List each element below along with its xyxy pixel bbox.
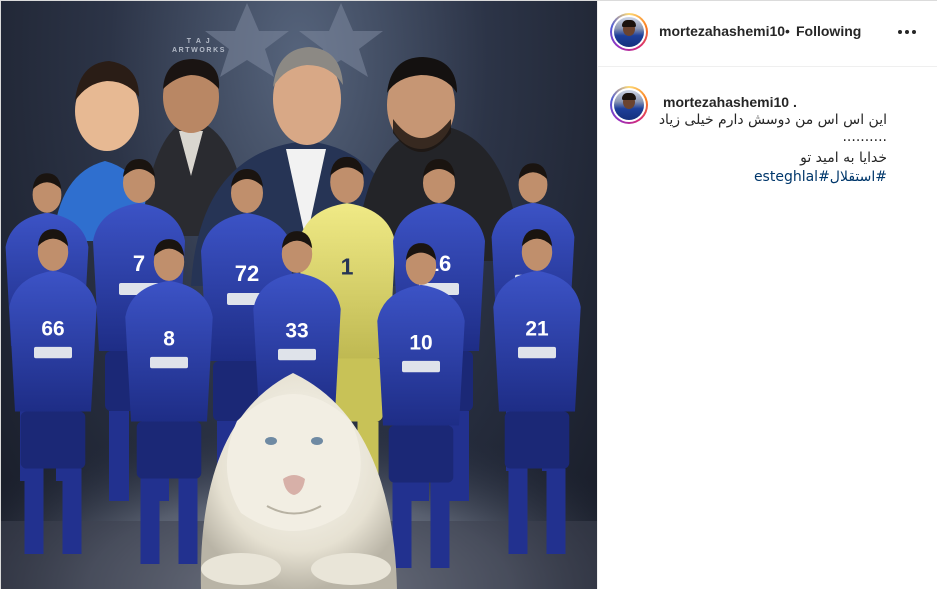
following-button[interactable]: Following [796, 23, 861, 39]
jersey-number: 1 [341, 254, 354, 280]
post-side-panel: mortezahashemi10 • Following mortezahash… [597, 1, 937, 589]
author-username-link[interactable]: mortezahashemi10 [659, 23, 785, 39]
jersey-number: 10 [409, 332, 432, 355]
jersey-number: 8 [163, 328, 175, 351]
post-header: mortezahashemi10 • Following [598, 1, 937, 67]
separator-dot: • [785, 23, 790, 39]
jersey-number: 33 [285, 320, 308, 343]
more-horizontal-icon[interactable] [894, 21, 920, 43]
post-image-artwork: 7 72 1 1666 8 331021 [1, 3, 597, 589]
caption-dots: .......... [842, 129, 887, 145]
caption-line: خدایا به امید تو [800, 150, 887, 166]
hashtag-links[interactable]: #استقلال#esteghlal [598, 168, 887, 187]
caption-username-text[interactable]: mortezahashemi10 [663, 94, 789, 110]
jersey-number: 7 [133, 251, 145, 276]
jersey-number: 66 [41, 318, 64, 341]
post-frame: 7 72 1 16 66 8 33 10 21 T A J ARTWORKS mortezaha… [0, 0, 937, 589]
jersey-number: 21 [525, 318, 549, 341]
caption-username[interactable]: mortezahashemi10 . [663, 94, 797, 110]
artist-watermark: T A J ARTWORKS [171, 38, 227, 54]
caption-text: این اس اس من دوسش دارم خیلی زیاد .......… [598, 111, 887, 187]
author-avatar[interactable] [610, 13, 648, 51]
caption-line: این اس اس من دوسش دارم خیلی زیاد [658, 112, 887, 128]
avatar-icon [614, 17, 644, 47]
jersey-number: 72 [235, 261, 259, 286]
caption-username-suffix: . [792, 94, 797, 110]
post-image[interactable]: 7 72 1 16 66 8 33 10 21 T A J ARTWORKS [1, 1, 597, 589]
